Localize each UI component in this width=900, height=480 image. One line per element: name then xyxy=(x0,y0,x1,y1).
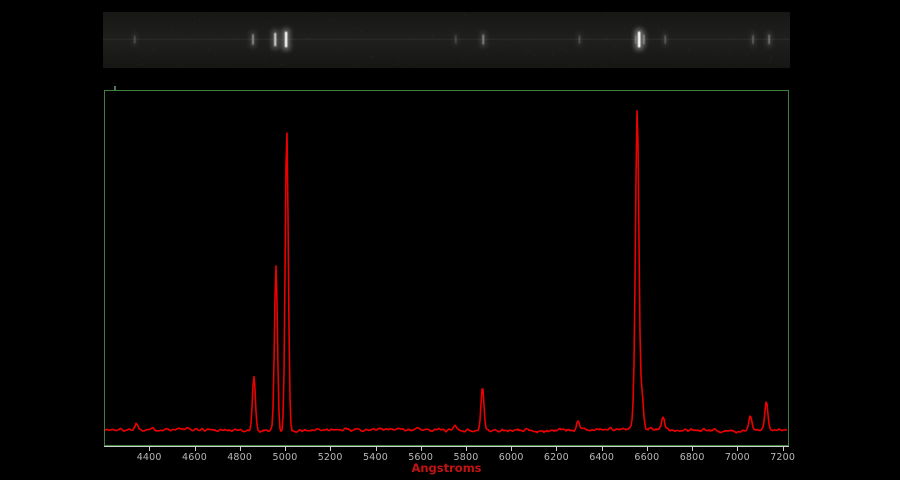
x-axis-tick xyxy=(330,447,331,451)
spectrum-2d-image[interactable] xyxy=(103,12,790,68)
x-axis-tick xyxy=(647,447,648,451)
spectrum-plot[interactable] xyxy=(104,90,789,446)
x-axis-tick xyxy=(602,447,603,451)
x-axis-tick xyxy=(195,447,196,451)
x-axis-tick xyxy=(376,447,377,451)
x-axis-tick xyxy=(240,447,241,451)
spectrum-plot-canvas xyxy=(105,91,787,444)
x-axis-tick xyxy=(149,447,150,451)
x-axis-tick xyxy=(421,447,422,451)
x-axis-tick xyxy=(556,447,557,451)
x-axis-tick xyxy=(466,447,467,451)
spectrum-2d-canvas xyxy=(103,12,790,68)
spectroscopy-screen: 4400460048005000520054005600580060006200… xyxy=(0,0,900,480)
x-axis-tick xyxy=(692,447,693,451)
x-axis-tick xyxy=(285,447,286,451)
x-axis-tick xyxy=(737,447,738,451)
x-axis-title: Angstroms xyxy=(104,461,789,475)
x-axis-tick xyxy=(511,447,512,451)
x-axis-tick xyxy=(783,447,784,451)
